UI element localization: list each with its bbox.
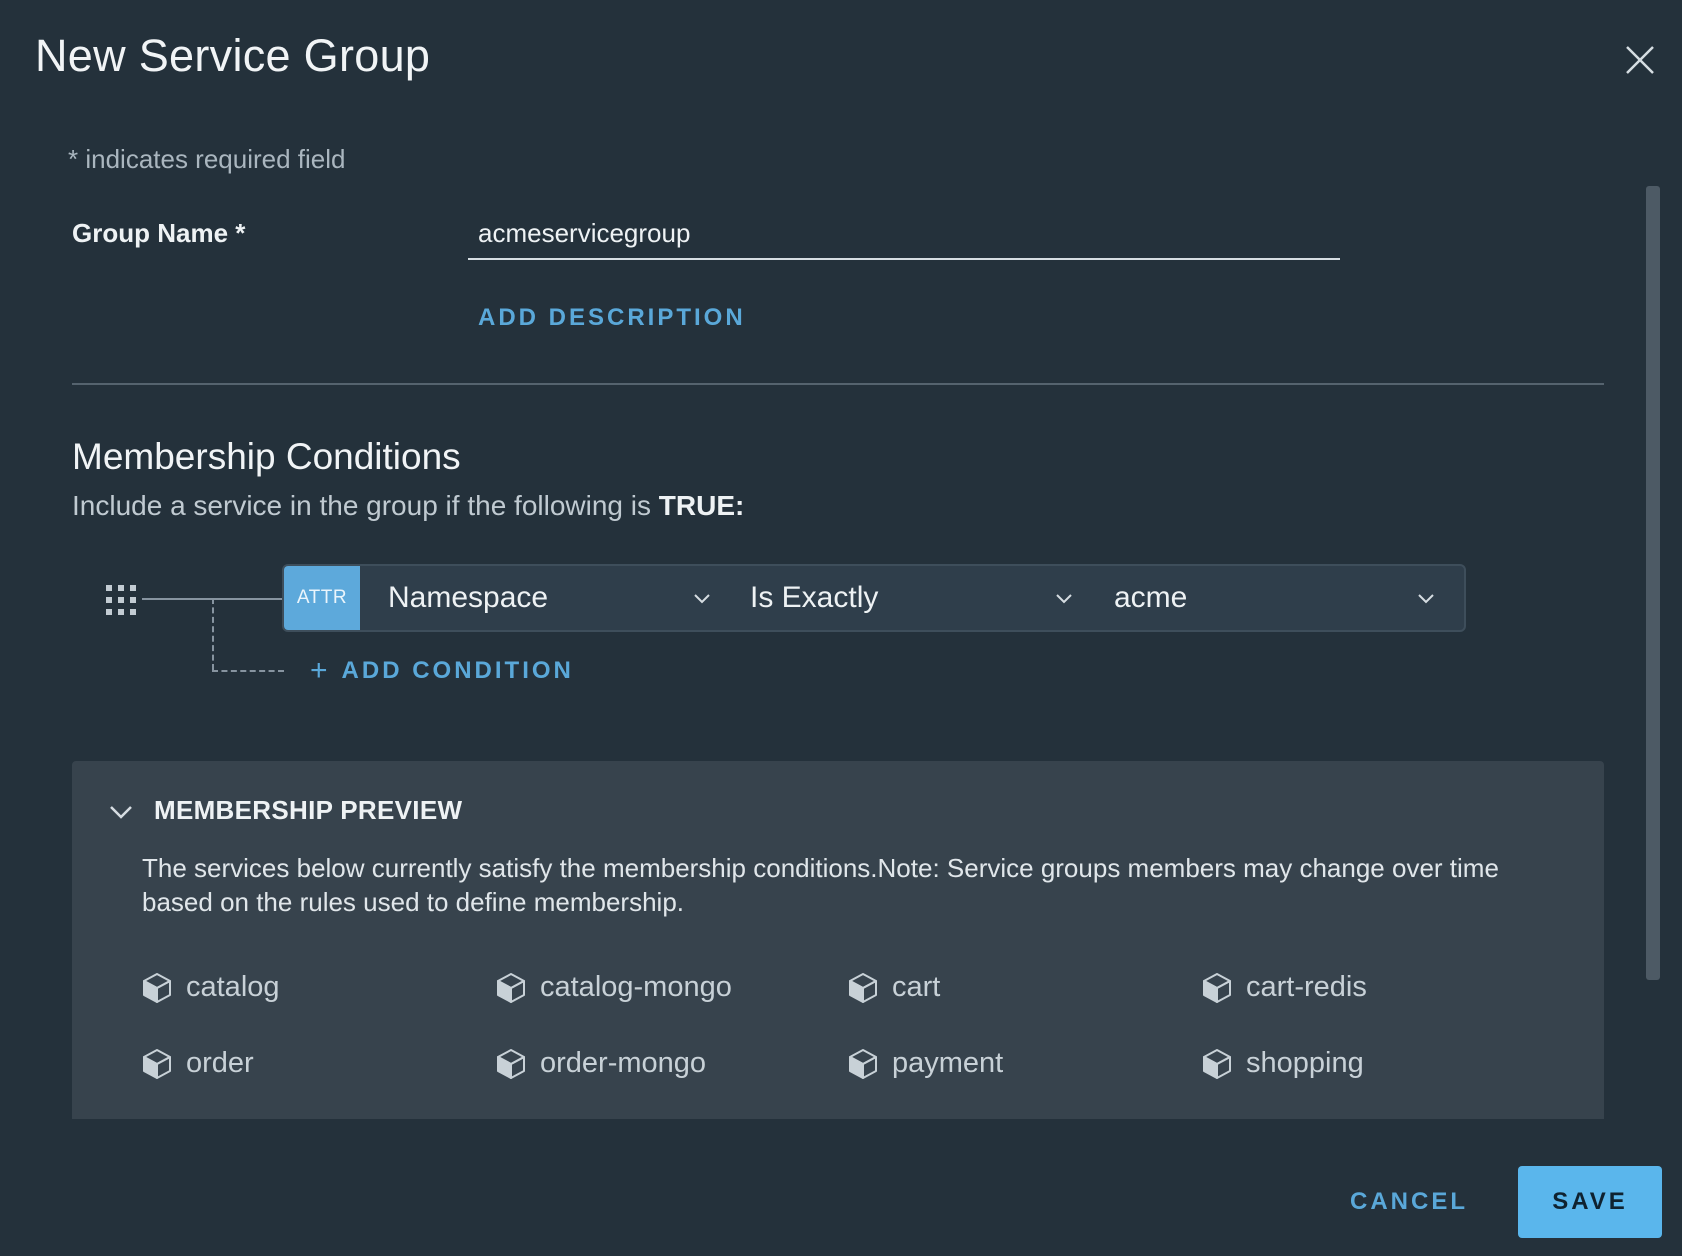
service-item: payment: [848, 1047, 1003, 1080]
tree-connector-dashed: [212, 598, 214, 670]
value-select-value: acme: [1114, 581, 1188, 614]
cube-icon: [849, 1048, 877, 1079]
value-select[interactable]: acme: [1114, 566, 1454, 630]
service-item: catalog: [142, 971, 280, 1004]
subtitle-text: Include a service in the group if the fo…: [72, 490, 659, 521]
attribute-select[interactable]: Namespace: [388, 566, 728, 630]
membership-preview-panel: MEMBERSHIP PREVIEW The services below cu…: [72, 761, 1604, 1119]
preview-collapse-toggle[interactable]: [106, 797, 136, 827]
service-name: order: [186, 1047, 254, 1079]
cube-icon: [497, 972, 525, 1003]
membership-preview-description: The services below currently satisfy the…: [142, 853, 1499, 917]
operator-select-value: Is Exactly: [750, 581, 879, 614]
cube-icon: [497, 1048, 525, 1079]
service-name: catalog-mongo: [540, 971, 732, 1003]
service-item: catalog-mongo: [496, 971, 732, 1004]
save-button[interactable]: SAVE: [1518, 1166, 1662, 1238]
operator-select[interactable]: Is Exactly: [750, 566, 1090, 630]
chevron-down-icon: [1056, 594, 1072, 604]
service-item: cart: [848, 971, 940, 1004]
service-name: cart-redis: [1246, 971, 1367, 1003]
chevron-down-icon: [694, 594, 710, 604]
close-button[interactable]: [1620, 40, 1660, 80]
drag-handle[interactable]: [104, 583, 140, 619]
chevron-down-icon: [1418, 594, 1434, 604]
new-service-group-dialog: New Service Group * indicates required f…: [0, 0, 1682, 1256]
required-field-note: * indicates required field: [68, 144, 346, 174]
service-name: order-mongo: [540, 1047, 707, 1079]
dialog-title: New Service Group: [35, 30, 431, 81]
membership-preview-title: MEMBERSHIP PREVIEW: [154, 795, 463, 825]
service-item: order-mongo: [496, 1047, 706, 1080]
service-name: shopping: [1246, 1047, 1364, 1079]
service-name: payment: [892, 1047, 1004, 1079]
scrollbar[interactable]: [1646, 186, 1660, 980]
subtitle-true: TRUE:: [658, 490, 745, 521]
condition-row: ATTR Namespace Is Exactly acme: [282, 564, 1466, 632]
cube-icon: [849, 972, 877, 1003]
tree-connector-dashed-branch: [212, 670, 284, 672]
add-description-button[interactable]: ADD DESCRIPTION: [478, 304, 746, 332]
service-name: catalog: [186, 971, 280, 1003]
grip-icon: [106, 585, 136, 615]
group-name-label: Group Name *: [72, 218, 246, 248]
membership-conditions-subtitle: Include a service in the group if the fo…: [72, 490, 744, 522]
close-icon: [1626, 46, 1654, 74]
plus-icon: +: [310, 654, 328, 687]
add-condition-button[interactable]: + ADD CONDITION: [310, 656, 574, 686]
service-item: shopping: [1202, 1047, 1364, 1080]
service-item: cart-redis: [1202, 971, 1367, 1004]
cube-icon: [1203, 972, 1231, 1003]
attr-badge: ATTR: [284, 566, 360, 630]
chevron-down-icon: [110, 806, 132, 819]
cube-icon: [1203, 1048, 1231, 1079]
attribute-select-value: Namespace: [388, 581, 549, 614]
service-item: order: [142, 1047, 254, 1080]
cube-icon: [143, 972, 171, 1003]
section-divider: [72, 383, 1604, 385]
group-name-input[interactable]: [468, 208, 1340, 260]
cube-icon: [143, 1048, 171, 1079]
add-condition-label: ADD CONDITION: [341, 657, 574, 684]
cancel-button[interactable]: CANCEL: [1350, 1188, 1468, 1216]
service-name: cart: [892, 971, 941, 1003]
membership-conditions-title: Membership Conditions: [72, 436, 461, 477]
